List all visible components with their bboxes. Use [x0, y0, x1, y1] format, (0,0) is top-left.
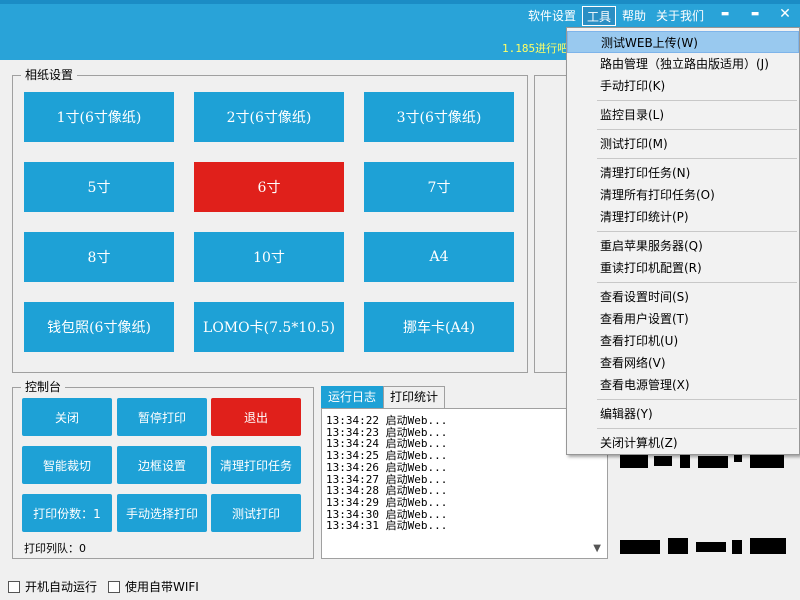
paper-settings-title: 相纸设置 — [21, 68, 78, 82]
auto-run-label: 开机自动运行 — [25, 580, 98, 594]
dropdown-menu-item[interactable]: 清理打印统计(P) — [567, 206, 799, 228]
menu-about-us[interactable]: 关于我们 — [652, 6, 708, 26]
menu-tools[interactable]: 工具 — [581, 6, 616, 26]
menu-bar: 软件设置 工具 帮助 关于我们 — [522, 6, 708, 26]
dropdown-menu-item[interactable]: 路由管理（独立路由版适用）(J) — [567, 53, 799, 75]
border-settings-button[interactable]: 边框设置 — [117, 446, 207, 484]
menu-separator — [597, 428, 797, 429]
log-line: 13:34:26 启动Web... — [326, 460, 448, 474]
dropdown-menu-item[interactable]: 测试打印(M) — [567, 133, 799, 155]
menu-help[interactable]: 帮助 — [618, 6, 650, 26]
dropdown-menu-item[interactable]: 测试WEB上传(W) — [567, 31, 799, 53]
paper-size-button[interactable]: 钱包照(6寸像纸) — [24, 302, 174, 352]
dropdown-menu-item[interactable]: 手动打印(K) — [567, 75, 799, 97]
maximize-icon[interactable]: ▬ — [740, 0, 770, 28]
dropdown-menu-item[interactable]: 查看网络(V) — [567, 352, 799, 374]
print-copies-button[interactable]: 打印份数：1 — [22, 494, 112, 532]
background-image-fragment — [610, 440, 790, 560]
menu-separator — [597, 282, 797, 283]
print-queue-label: 打印列队：0 — [24, 542, 86, 555]
clear-print-tasks-button[interactable]: 清理打印任务 — [211, 446, 301, 484]
pause-print-button[interactable]: 暂停打印 — [117, 398, 207, 436]
menu-separator — [597, 231, 797, 232]
dropdown-menu-item[interactable]: 重启苹果服务器(Q) — [567, 235, 799, 257]
log-box[interactable]: 13:34:22 启动Web... 13:34:23 启动Web... 13:34:… — [321, 408, 608, 559]
auto-run-checkbox[interactable]: 开机自动运行 — [8, 578, 97, 595]
dropdown-menu-item[interactable]: 关闭计算机(Z) — [567, 432, 799, 454]
menu-software-settings[interactable]: 软件设置 — [524, 6, 580, 26]
title-bar-stripe — [0, 0, 800, 4]
checkbox-box[interactable] — [8, 580, 20, 593]
smart-crop-button[interactable]: 智能裁切 — [22, 446, 112, 484]
dropdown-menu-item[interactable]: 查看电源管理(X) — [567, 374, 799, 396]
paper-size-button[interactable]: 5寸 — [24, 162, 174, 212]
log-lines: 13:34:22 启动Web... 13:34:23 启动Web... 13:34:… — [326, 415, 447, 532]
paper-size-button[interactable]: LOMO卡(7.5*10.5) — [194, 302, 344, 352]
minimize-icon[interactable]: ▬ — [710, 0, 740, 28]
dropdown-menu-item[interactable]: 查看打印机(U) — [567, 330, 799, 352]
manual-select-print-button[interactable]: 手动选择打印 — [117, 494, 207, 532]
bottom-bar: 开机自动运行 使用自带WIFI — [0, 570, 800, 600]
menu-separator — [597, 100, 797, 101]
checkbox-box[interactable] — [108, 580, 120, 593]
paper-size-button[interactable]: 3寸(6寸像纸) — [364, 92, 514, 142]
paper-size-button[interactable]: 7寸 — [364, 162, 514, 212]
menu-separator — [597, 129, 797, 130]
exit-button[interactable]: 退出 — [211, 398, 301, 436]
paper-size-button[interactable]: 8寸 — [24, 232, 174, 282]
paper-size-button[interactable]: 挪车卡(A4) — [364, 302, 514, 352]
paper-size-button[interactable]: 1寸(6寸像纸) — [24, 92, 174, 142]
dropdown-menu-item[interactable]: 查看用户设置(T) — [567, 308, 799, 330]
log-line: 13:34:29 启动Web... — [326, 495, 448, 509]
paper-size-button[interactable]: 6寸 — [194, 162, 344, 212]
test-print-button[interactable]: 测试打印 — [211, 494, 301, 532]
tab-print-stats[interactable]: 打印统计 — [383, 386, 446, 408]
tools-dropdown-menu: 测试WEB上传(W) 路由管理（独立路由版适用）(J) 手动打印(K) 监控目录(L)… — [566, 27, 800, 455]
wifi-checkbox[interactable]: 使用自带WIFI — [108, 578, 199, 595]
dropdown-menu-item[interactable]: 清理所有打印任务(O) — [567, 184, 799, 206]
paper-size-button[interactable]: 10寸 — [194, 232, 344, 282]
dropdown-menu-item[interactable]: 重读打印机配置(R) — [567, 257, 799, 279]
menu-separator — [597, 399, 797, 400]
window-controls: ▬ ▬ ✕ — [710, 0, 800, 28]
close-button[interactable]: 关闭 — [22, 398, 112, 436]
close-icon[interactable]: ✕ — [770, 0, 800, 28]
paper-size-button[interactable]: 2寸(6寸像纸) — [194, 92, 344, 142]
marquee-text: 1.185进行吧 — [502, 42, 569, 55]
tab-run-log[interactable]: 运行日志 — [321, 386, 384, 408]
console-title: 控制台 — [21, 380, 66, 394]
wifi-label: 使用自带WIFI — [125, 580, 199, 594]
log-tabs: 运行日志 打印统计 — [321, 386, 446, 408]
chevron-down-icon[interactable]: ▼ — [593, 543, 601, 554]
log-line: 13:34:31 启动Web... — [326, 519, 448, 533]
paper-size-button[interactable]: A4 — [364, 232, 514, 282]
dropdown-menu-item[interactable]: 编辑器(Y) — [567, 403, 799, 425]
dropdown-menu-item[interactable]: 监控目录(L) — [567, 104, 799, 126]
log-line: 13:34:22 启动Web... — [326, 414, 448, 427]
menu-separator — [597, 158, 797, 159]
dropdown-menu-item[interactable]: 查看设置时间(S) — [567, 286, 799, 308]
dropdown-menu-item[interactable]: 清理打印任务(N) — [567, 162, 799, 184]
